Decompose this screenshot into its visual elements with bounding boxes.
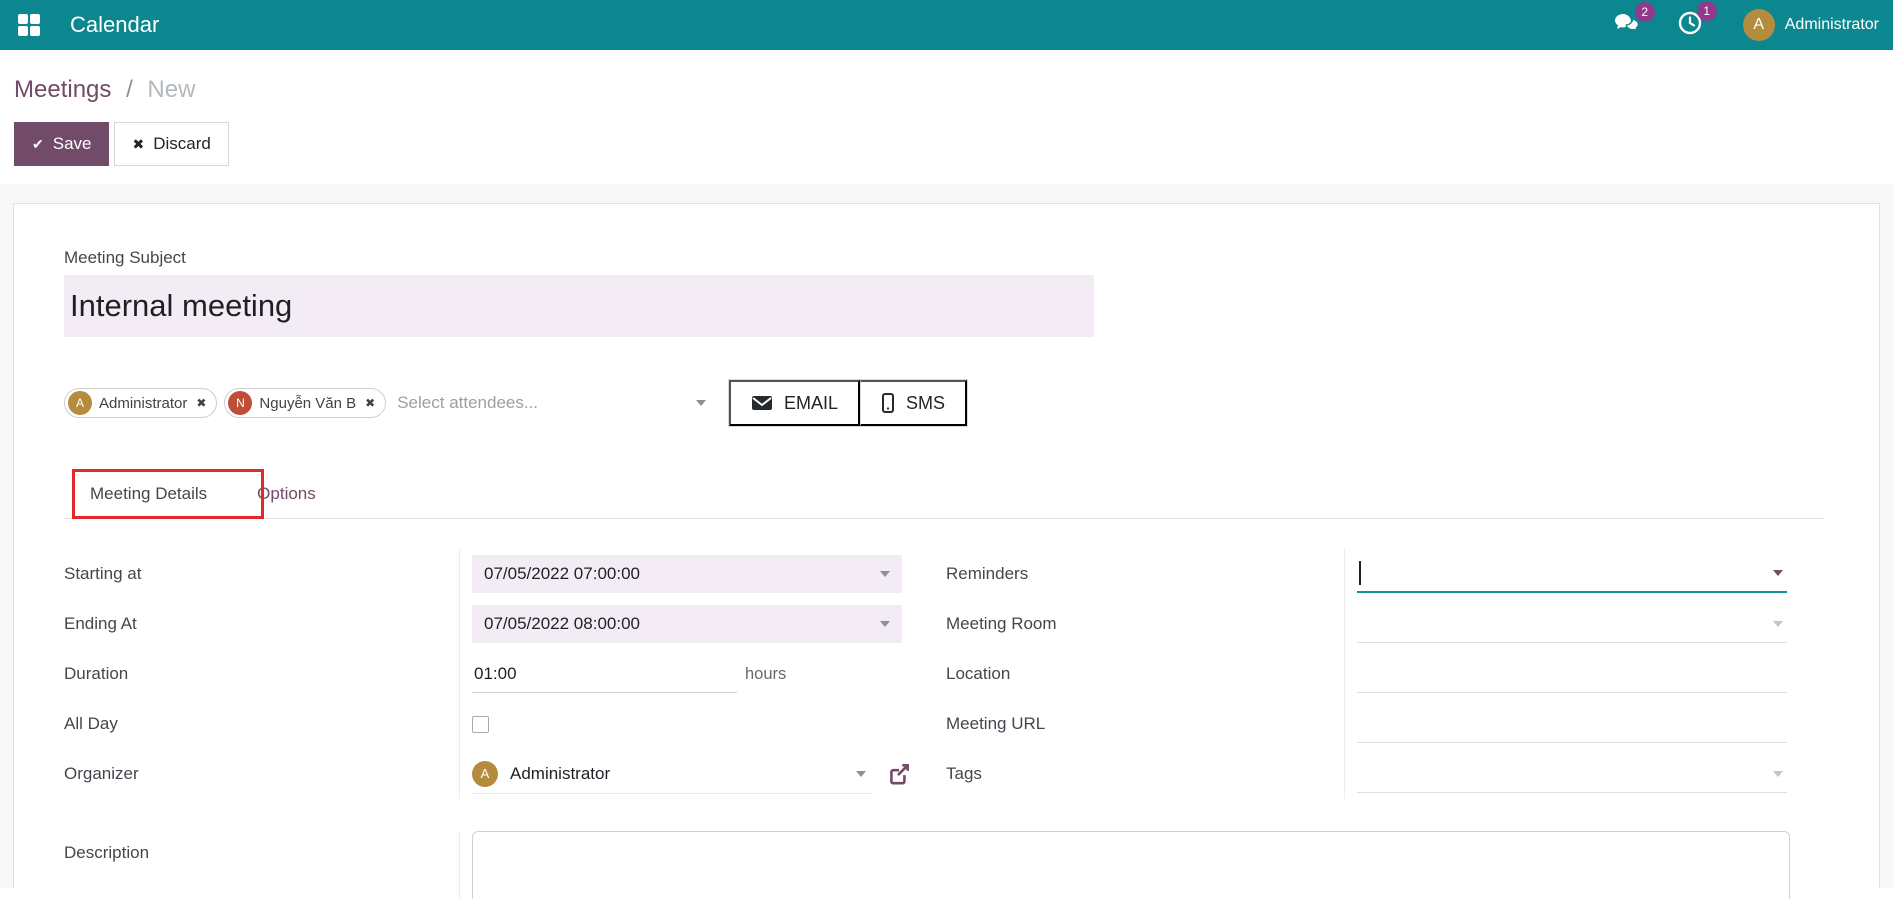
cross-icon: ✖ (132, 135, 145, 152)
tab-options[interactable]: Options (233, 470, 340, 518)
attendee-avatar: N (228, 391, 253, 415)
caret-down-icon[interactable] (1773, 570, 1783, 576)
description-textarea[interactable] (472, 831, 1790, 899)
user-name: Administrator (1784, 16, 1879, 33)
tags-label: Tags (946, 764, 982, 783)
all-day-label: All Day (64, 714, 118, 733)
location-input[interactable] (1357, 655, 1787, 693)
breadcrumb-separator: / (126, 76, 133, 103)
meeting-subject-input[interactable] (64, 275, 1094, 337)
field-groups: Starting at 07/05/2022 07:00:00 Ending A… (64, 549, 1824, 799)
caret-down-icon[interactable] (856, 770, 866, 777)
caret-down-icon[interactable] (880, 621, 890, 627)
mobile-phone-icon (882, 393, 895, 413)
attendees-input[interactable]: A Administrator ✖ N Nguyễn Văn B ✖ Selec… (64, 388, 706, 418)
meeting-url-input[interactable] (1357, 705, 1787, 743)
caret-down-icon[interactable] (1773, 770, 1783, 777)
messages-menu[interactable]: 2 (1613, 1, 1655, 40)
meeting-room-input[interactable] (1357, 605, 1787, 643)
chat-bubbles-icon (1613, 13, 1641, 39)
sms-button[interactable]: SMS (860, 380, 968, 426)
content-area: Meeting Subject A Administrator ✖ N Nguy… (0, 184, 1893, 899)
description-row: Description (64, 831, 1824, 899)
user-avatar: A (1742, 9, 1775, 41)
starting-at-input[interactable]: 07/05/2022 07:00:00 (472, 555, 902, 593)
app-title[interactable]: Calendar (70, 12, 159, 38)
breadcrumb-new: New (147, 76, 196, 103)
group-right: Reminders Meeting Room Location Meeting … (946, 549, 1824, 799)
attendees-placeholder: Select attendees... (397, 393, 539, 412)
envelope-icon (752, 396, 772, 410)
breadcrumb: Meetings / New (14, 76, 1877, 104)
remove-attendee-icon[interactable]: ✖ (365, 396, 375, 410)
attendees-row: A Administrator ✖ N Nguyễn Văn B ✖ Selec… (64, 379, 1824, 427)
top-navbar: Calendar 2 1 A Administrator (0, 0, 1893, 50)
notebook-tabs: Meeting Details Options (64, 469, 1824, 519)
caret-down-icon[interactable] (696, 400, 706, 406)
save-button[interactable]: ✔ Save (14, 122, 110, 166)
duration-input[interactable] (472, 655, 737, 693)
control-panel: Meetings / New ✔ Save ✖ Discard (0, 50, 1893, 184)
check-icon: ✔ (32, 135, 44, 152)
external-link-icon[interactable] (886, 761, 912, 787)
form-sheet: Meeting Subject A Administrator ✖ N Nguy… (13, 203, 1880, 899)
remove-attendee-icon[interactable]: ✖ (196, 396, 206, 410)
starting-at-label: Starting at (64, 564, 142, 583)
tags-input[interactable] (1357, 755, 1787, 793)
organizer-avatar: A (472, 760, 498, 787)
reminders-input[interactable] (1357, 555, 1787, 593)
ending-at-label: Ending At (64, 614, 137, 633)
location-label: Location (946, 664, 1011, 683)
text-cursor (1359, 561, 1361, 585)
activities-badge: 1 (1696, 0, 1717, 21)
duration-label: Duration (64, 664, 129, 683)
group-left: Starting at 07/05/2022 07:00:00 Ending A… (64, 549, 946, 799)
caret-down-icon[interactable] (880, 571, 890, 577)
messages-badge: 2 (1634, 1, 1655, 22)
description-label: Description (64, 843, 150, 862)
clock-icon (1677, 11, 1703, 40)
organizer-label: Organizer (64, 764, 139, 783)
organizer-input[interactable]: A Administrator (472, 754, 872, 794)
activities-menu[interactable]: 1 (1677, 0, 1717, 41)
email-button[interactable]: EMAIL (729, 380, 861, 426)
discard-button[interactable]: ✖ Discard (114, 122, 229, 166)
all-day-checkbox[interactable] (472, 715, 489, 733)
meeting-subject-label: Meeting Subject (64, 248, 186, 267)
meeting-url-label: Meeting URL (946, 714, 1046, 733)
caret-down-icon[interactable] (1773, 620, 1783, 627)
meeting-room-label: Meeting Room (946, 614, 1057, 633)
tab-meeting-details[interactable]: Meeting Details (64, 470, 233, 518)
attendee-pill[interactable]: A Administrator ✖ (64, 388, 218, 418)
reminders-label: Reminders (946, 564, 1029, 583)
duration-unit: hours (745, 664, 787, 683)
user-menu[interactable]: A Administrator (1742, 9, 1879, 41)
ending-at-input[interactable]: 07/05/2022 08:00:00 (472, 605, 902, 643)
apps-grid-icon[interactable] (18, 14, 40, 36)
attendee-pill[interactable]: N Nguyễn Văn B ✖ (224, 388, 387, 418)
breadcrumb-meetings[interactable]: Meetings (14, 76, 111, 103)
attendee-avatar: A (68, 391, 92, 415)
